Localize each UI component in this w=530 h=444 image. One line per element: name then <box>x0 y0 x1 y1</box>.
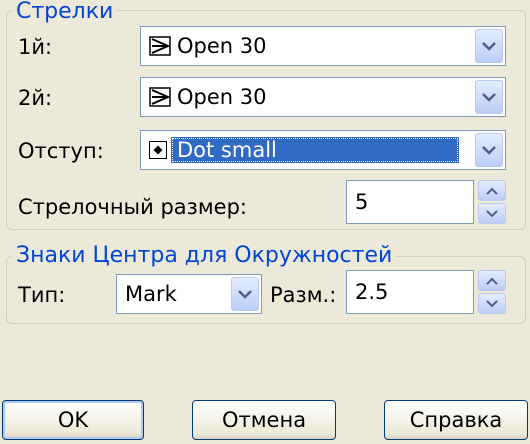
center-mark-size-spinner[interactable] <box>478 270 506 314</box>
arrow-size-label: Стрелочный размер: <box>18 195 247 219</box>
chevron-down-icon <box>482 146 496 155</box>
leader-label: Отступ: <box>18 139 104 163</box>
leader-value: Dot small <box>149 131 459 169</box>
first-arrow-value: Open 30 <box>149 27 267 65</box>
leader-selected-text: Dot small <box>171 137 459 163</box>
help-button[interactable]: Справка <box>384 400 528 440</box>
first-arrow-text: Open 30 <box>177 34 267 58</box>
arrow-size-down-button[interactable] <box>478 203 506 224</box>
second-arrow-value: Open 30 <box>149 78 267 116</box>
first-arrow-dropdown-button[interactable] <box>475 29 503 63</box>
dot-icon <box>149 141 167 159</box>
help-button-label: Справка <box>409 408 503 432</box>
center-marks-group-title: Знаки Центра для Окружностей <box>12 244 397 268</box>
arrow-size-input[interactable]: 5 <box>346 180 474 224</box>
first-arrow-combo[interactable]: Open 30 <box>140 26 506 66</box>
center-mark-type-value: Mark <box>125 282 177 306</box>
arrow-size-spinner[interactable] <box>478 180 506 224</box>
arrow-size-value: 5 <box>355 190 369 214</box>
chevron-down-icon <box>482 42 496 51</box>
center-mark-size-up-button[interactable] <box>478 270 506 291</box>
arrow-size-up-button[interactable] <box>478 180 506 201</box>
cancel-button[interactable]: Отмена <box>192 400 336 440</box>
open-arrow-icon <box>149 36 171 56</box>
center-mark-size-value: 2.5 <box>355 280 389 304</box>
arrows-group-title: Стрелки <box>12 0 118 24</box>
center-mark-size-input[interactable]: 2.5 <box>346 270 474 314</box>
center-mark-size-label: Разм.: <box>270 283 337 307</box>
second-arrow-combo[interactable]: Open 30 <box>140 77 506 117</box>
center-mark-size-down-button[interactable] <box>478 293 506 314</box>
chevron-up-icon <box>486 187 498 195</box>
second-arrow-label: 2й: <box>18 86 53 110</box>
chevron-down-icon <box>238 290 252 299</box>
center-mark-type-combo[interactable]: Mark <box>116 274 262 314</box>
chevron-down-icon <box>486 299 498 307</box>
chevron-up-icon <box>486 277 498 285</box>
center-mark-type-dropdown-button[interactable] <box>231 277 259 311</box>
chevron-down-icon <box>482 93 496 102</box>
leader-combo[interactable]: Dot small <box>140 130 506 170</box>
center-mark-type-label: Тип: <box>18 283 66 307</box>
cancel-button-label: Отмена <box>221 408 307 432</box>
second-arrow-text: Open 30 <box>177 85 267 109</box>
ok-button-label: OK <box>57 408 89 432</box>
ok-button[interactable]: OK <box>2 400 144 440</box>
first-arrow-label: 1й: <box>18 35 53 59</box>
open-arrow-icon <box>149 87 171 107</box>
chevron-down-icon <box>486 209 498 217</box>
second-arrow-dropdown-button[interactable] <box>475 80 503 114</box>
leader-dropdown-button[interactable] <box>475 133 503 167</box>
